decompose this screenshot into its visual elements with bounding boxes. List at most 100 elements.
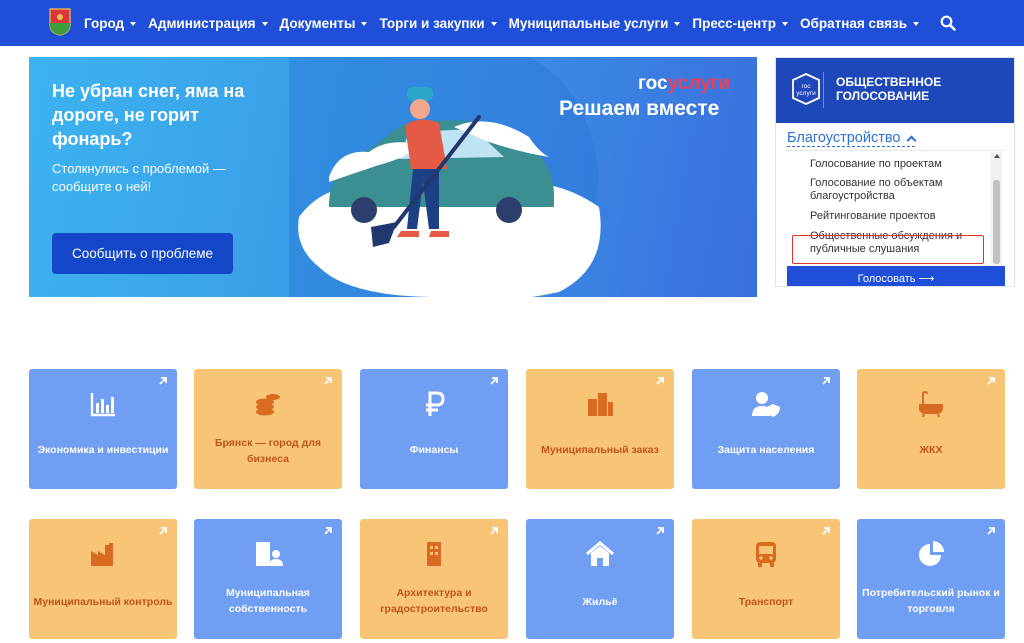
nav-item-documents[interactable]: Документы [280,16,368,31]
tile-label: Защита населения [717,444,815,456]
arrow-up-right-icon [490,377,498,385]
vote-button[interactable]: Голосовать ⟶ [787,266,1005,286]
tile-label: Муниципальный заказ [541,444,659,456]
logo-text-line2: услуги [796,90,816,97]
options-scrollbar[interactable] [991,152,1002,266]
tile-architecture[interactable]: Архитектура и градостроительство [360,519,508,639]
caret-down-icon [782,21,789,26]
nav-item-tenders[interactable]: Торги и закупки [379,15,497,31]
voting-option-landscaping-objects[interactable]: Голосование по объектам благоустройства [810,177,970,203]
banner-slogan: Решаем вместе [559,97,720,120]
arrow-up-right-icon [987,377,995,385]
chevron-up-icon [907,135,917,145]
tile-finance[interactable]: Финансы [360,369,508,489]
bus-icon [756,542,776,567]
nav-menu: Город Администрация Документы Торги и за… [84,0,931,46]
tile-label: ЖКХ [919,444,943,456]
buildings-icon [588,393,613,416]
ruble-icon [426,391,445,416]
brand-part2: услуги [667,73,731,94]
caret-down-icon [261,21,268,26]
header-divider [823,72,824,108]
tile-municipal-control[interactable]: Муниципальный контроль [29,519,177,639]
arrow-up-right-icon [822,527,830,535]
nav-item-label: Пресс-центр [692,15,777,31]
arrow-up-right-icon [656,527,664,535]
nav-item-label: Муниципальные услуги [508,15,669,31]
coins-icon [256,394,280,416]
nav-item-feedback[interactable]: Обратная связь [800,15,920,31]
tile-label: Архитектура и градостроительство [380,587,488,615]
industry-icon [91,543,113,566]
page: Город Администрация Документы Торги и за… [0,0,1024,643]
user-shield-icon [752,392,780,417]
gosuslugi-badge-icon: гос услуги [792,73,820,105]
arrow-up-right-icon [987,527,995,535]
arrow-up-right-icon [324,377,332,385]
vote-button-label: Голосовать [857,273,916,285]
tile-bryansk-business[interactable]: Брянск — город для бизнеса [194,369,342,489]
nav-item-city[interactable]: Город [84,15,137,31]
top-navbar: Город Администрация Документы Торги и за… [0,0,1024,46]
public-voting-widget: гос услуги ОБЩЕСТВЕННОЕ ГОЛОСОВАНИЕ Благ… [775,57,1015,287]
caret-down-icon [674,21,681,26]
nav-item-label: Город [84,15,125,31]
tile-label: Муниципальный контроль [33,596,173,608]
report-problem-banner[interactable]: Не убран снег, яма на дороге, не горит ф… [29,57,757,297]
tile-label: Потребительский рынок и торговля [862,587,1000,615]
banner-subtitle: Столкнулись с проблемой — сообщите о ней… [52,161,226,194]
arrow-up-right-icon [159,377,167,385]
chart-bar-icon [90,393,115,417]
brand-part1: гос [638,73,668,94]
arrow-up-right-icon [324,527,332,535]
logo-text-line1: гос [801,83,811,90]
tile-transport[interactable]: Транспорт [692,519,840,639]
tile-housing-utilities[interactable]: ЖКХ [857,369,1005,489]
pie-chart-icon [919,541,944,566]
caret-down-icon [490,21,497,26]
nav-item-press-center[interactable]: Пресс-центр [692,15,789,31]
caret-down-icon [913,21,920,26]
tile-municipal-order[interactable]: Муниципальный заказ [526,369,674,489]
nav-item-administration[interactable]: Администрация [148,15,268,31]
tile-population-protection[interactable]: Защита населения [692,369,840,489]
nav-item-municipal-services[interactable]: Муниципальные услуги [509,16,681,31]
report-problem-button[interactable]: Сообщить о проблеме [52,233,233,274]
building-icon [427,542,441,566]
tile-label: Жильё [582,596,618,608]
caret-down-icon [130,21,137,26]
voting-category-label: Благоустройство [787,130,901,146]
arrow-up-right-icon [159,527,167,535]
tile-housing[interactable]: Жильё [526,519,674,639]
scroll-up-icon[interactable] [994,154,1000,158]
city-coat-of-arms-logo[interactable] [49,8,71,36]
voting-title-line2: ГОЛОСОВАНИЕ [836,89,930,103]
nav-item-label: Документы [279,15,356,31]
caret-down-icon [361,21,368,26]
arrow-up-right-icon [490,527,498,535]
nav-item-label: Торги и закупки [379,15,485,31]
tile-label: Экономика и инвестиции [37,444,169,456]
voting-options-list: Голосование по проектам Голосование по о… [786,150,1005,266]
tile-label: Финансы [409,444,459,456]
scrollbar-thumb[interactable] [993,180,1000,264]
voting-category-toggle[interactable]: Благоустройство [787,130,917,147]
snow-shoveling-illustration [289,57,601,297]
voting-option-public-hearings[interactable]: Общественные обсуждения и публичные слуш… [810,230,985,256]
arrow-up-right-icon [656,377,664,385]
search-icon[interactable] [940,15,956,31]
tile-municipal-property[interactable]: Муниципальная собственность [194,519,342,639]
home-icon [586,541,614,566]
nav-item-label: Администрация [148,15,256,31]
gosuslugi-brand: госуслуги [638,73,730,95]
voting-option-projects[interactable]: Голосование по проектам [810,158,942,171]
bath-icon [919,390,943,418]
building-user-icon [256,542,283,566]
voting-title-line1: ОБЩЕСТВЕННОЕ [836,75,942,89]
tile-consumer-market[interactable]: Потребительский рынок и торговля [857,519,1005,639]
voting-option-project-rating[interactable]: Рейтингование проектов [810,210,936,223]
tile-economy[interactable]: Экономика и инвестиции [29,369,177,489]
voting-header: гос услуги ОБЩЕСТВЕННОЕ ГОЛОСОВАНИЕ [776,58,1014,123]
tile-label: Транспорт [738,596,794,608]
nav-item-label: Обратная связь [800,15,908,31]
